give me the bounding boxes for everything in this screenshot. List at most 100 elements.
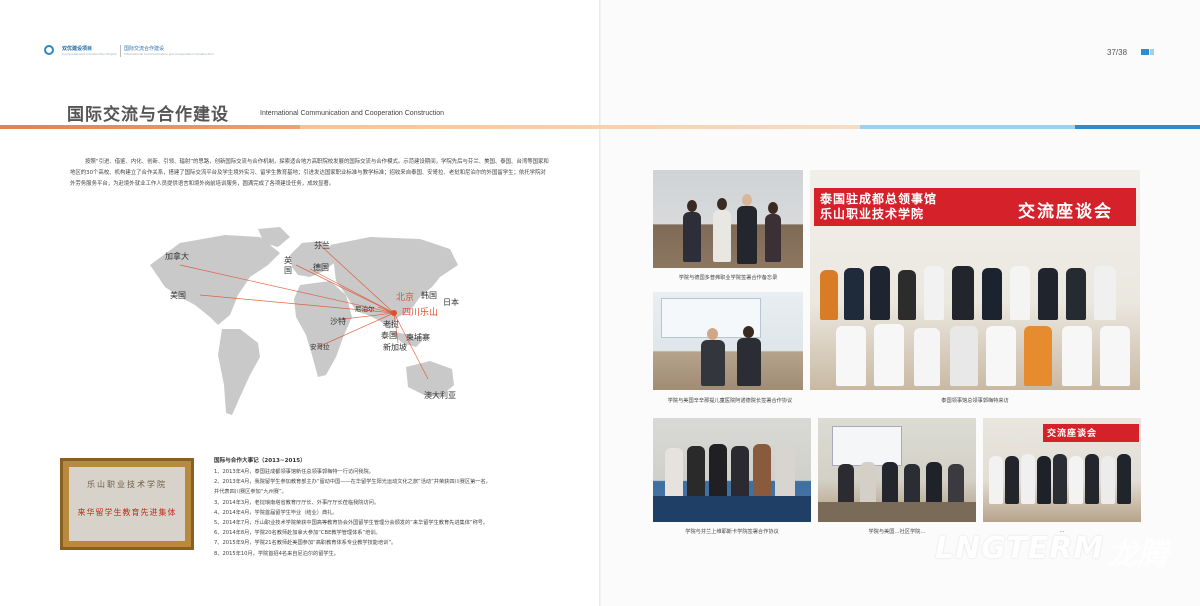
person xyxy=(1062,326,1092,386)
event-item: 4、2014年4月，学院首届留学生毕业（结业）典礼。 xyxy=(214,509,338,516)
award-plaque-honor: 来华留学生教育先进集体 xyxy=(77,508,177,517)
person xyxy=(1010,266,1030,320)
person-head xyxy=(717,198,727,210)
page-number-mark xyxy=(1141,49,1149,55)
person xyxy=(701,340,725,386)
person xyxy=(898,270,916,320)
banner-text-right: 交流座谈会 xyxy=(1018,202,1113,222)
person xyxy=(737,206,757,264)
photo-detail xyxy=(832,426,902,466)
person xyxy=(1100,326,1130,386)
back-row xyxy=(810,262,1140,320)
south-america xyxy=(218,329,260,415)
map-label-uk: 英国 xyxy=(284,256,292,275)
banner-line-1: 泰国驻成都总领事馆 xyxy=(820,192,938,206)
map-label-laos: 老挝 xyxy=(383,320,399,329)
north-america xyxy=(150,235,280,325)
photo-finland-signing xyxy=(653,418,811,522)
page-number-mark-light xyxy=(1150,49,1154,55)
person xyxy=(1101,456,1115,504)
person xyxy=(1038,268,1058,320)
page-title: 国际交流与合作建设 xyxy=(67,105,229,125)
person xyxy=(765,214,781,262)
event-item: 8、2015年10月，学院首招4名来自尼泊尔的留学生。 xyxy=(214,550,339,557)
award-plaque-inner: 乐山职业技术学院 来华留学生教育先进集体 xyxy=(69,467,185,541)
map-label-germany: 德国 xyxy=(313,263,329,272)
person xyxy=(737,338,761,386)
caption-germany: 学院与德国多普弗职业学院签署合作备忘录 xyxy=(678,275,778,281)
person xyxy=(989,456,1003,504)
person xyxy=(1117,454,1131,504)
map-label-usa: 美国 xyxy=(170,291,186,300)
page-number: 37/38 xyxy=(1107,48,1128,57)
college-logo-icon xyxy=(44,45,54,55)
title-stripe-orange xyxy=(0,125,300,129)
event-item: 1、2013年4月，泰国驻成都领事馆新任总领事郭梅特一行访问我院。 xyxy=(214,469,374,475)
person xyxy=(1085,454,1099,504)
photo-detail xyxy=(818,502,976,522)
person xyxy=(952,266,974,320)
person xyxy=(870,266,890,320)
page-title-en: International Communication and Cooperat… xyxy=(260,110,445,117)
event-item: 3、2014年3月，老挝琅南塔省教育厅厅长、外事厅厅长莅临我院访问。 xyxy=(214,499,380,506)
map-label-beijing: 北京 xyxy=(396,293,415,303)
person xyxy=(1094,266,1116,320)
section-title: 国际交流合作建设 xyxy=(124,46,165,52)
map-label-sichuan-leshan: 四川乐山 xyxy=(402,308,439,318)
map-label-japan: 日本 xyxy=(443,298,459,307)
caption-usa-cincinnati: 学院与美国辛辛那提儿童医院阿诺德院长签署合作协议 xyxy=(667,398,793,404)
title-stripe-light xyxy=(300,125,860,129)
photo-usa-cincinnati-signing xyxy=(653,292,803,390)
person xyxy=(820,270,838,320)
events-heading: 国际与合作大事记（2013~2015） xyxy=(214,458,306,464)
person-head xyxy=(742,194,752,206)
events-list: 1、2013年4月，泰国驻成都领事馆新任总领事郭梅特一行访问我院。 2、2013… xyxy=(214,467,574,559)
award-plaque-photo: 乐山职业技术学院 来华留学生教育先进集体 xyxy=(60,458,194,550)
title-stripe-lightblue xyxy=(860,125,1075,129)
person-head xyxy=(768,202,778,214)
project-title-en: Comprehensive Construction Project xyxy=(62,52,117,56)
person xyxy=(1024,326,1052,386)
photo-thai-consulate-visit: 泰国驻成都总领事馆 乐山职业技术学院 交流座谈会 xyxy=(810,170,1140,390)
banner-text-left: 泰国驻成都总领事馆 乐山职业技术学院 xyxy=(820,192,937,222)
header-divider xyxy=(120,45,121,57)
banner-line-2: 乐山职业技术学院 xyxy=(820,207,925,221)
photo-usa-college-signing xyxy=(818,418,976,522)
watermark-text: LNGTERM xyxy=(935,531,1105,566)
event-item: 2、2013年4月，我院留学生参加教育部主办“留动中国——在华留学生阳光运动文化… xyxy=(214,479,491,486)
person xyxy=(982,268,1002,320)
person xyxy=(1005,456,1019,504)
map-label-korea: 韩国 xyxy=(421,291,437,300)
event-item: 6、2014年8月，学院20名教师赴加拿大参加“CBE教学管理体系”培训。 xyxy=(214,530,381,537)
event-item: 并代表四川赛区参加“九州赛”。 xyxy=(214,489,287,496)
intro-paragraph: 按照“引进、借鉴、内化、创新、引领、辐射”的思路，创新国际交流与合作机制，探索适… xyxy=(70,159,549,187)
leshan-marker xyxy=(391,310,397,316)
person xyxy=(836,326,866,386)
person xyxy=(683,212,701,262)
map-label-thailand: 泰国 xyxy=(381,331,397,340)
map-label-angola: 安哥拉 xyxy=(310,343,330,351)
map-label-nepal: 尼泊尔 xyxy=(355,305,375,313)
map-label-canada: 加拿大 xyxy=(165,252,189,261)
left-page: 双优建设项目 Comprehensive Construction Projec… xyxy=(0,0,600,606)
award-plaque-college: 乐山职业技术学院 xyxy=(87,480,167,489)
person-head xyxy=(687,200,697,212)
person xyxy=(844,268,864,320)
project-title: 双优建设项目 xyxy=(62,46,93,52)
person xyxy=(1066,268,1086,320)
map-label-cambodia: 柬埔寨 xyxy=(406,333,430,342)
person xyxy=(1021,454,1035,504)
africa xyxy=(294,281,352,377)
person xyxy=(874,324,904,386)
map-label-australia: 澳大利亚 xyxy=(424,391,456,400)
person xyxy=(1069,456,1083,504)
photo-exchange-meeting: 交流座谈会 xyxy=(983,418,1141,522)
person xyxy=(924,266,944,320)
photo-detail xyxy=(653,496,811,522)
person xyxy=(950,326,978,386)
event-item: 5、2014年7月，乐山职业技术学院荣获中国高等教育协会外国留学生管理分会颁发的… xyxy=(214,520,489,527)
person xyxy=(713,210,731,262)
page-fold xyxy=(599,0,601,606)
front-row xyxy=(810,320,1140,390)
photo-germany-signing xyxy=(653,170,803,268)
